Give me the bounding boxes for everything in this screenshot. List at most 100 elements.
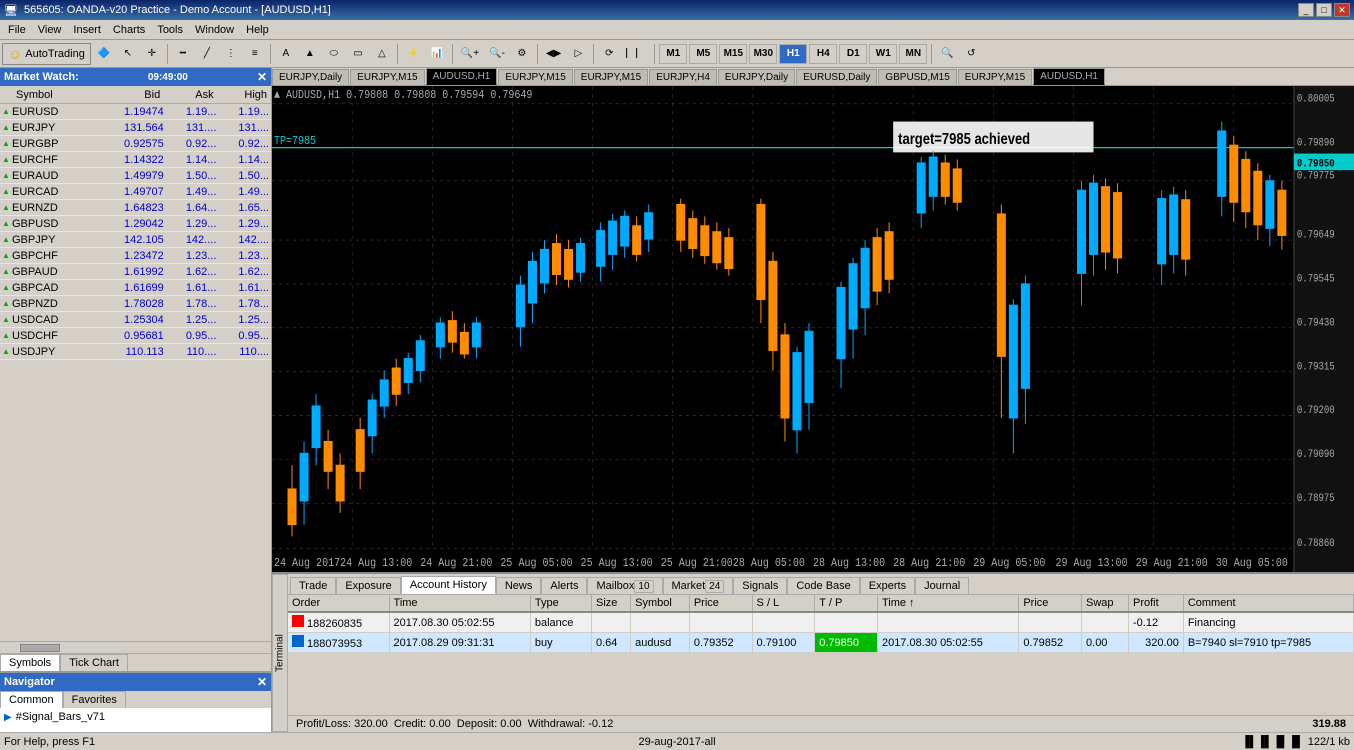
tf-d1[interactable]: D1 [839, 44, 867, 64]
tf-m15[interactable]: M15 [719, 44, 747, 64]
menu-insert[interactable]: Insert [67, 22, 107, 38]
mw-row-high: 1.23... [218, 250, 271, 262]
toolbar-crosshair-icon[interactable]: ✛ [141, 43, 163, 65]
menu-view[interactable]: View [32, 22, 68, 38]
toolbar-properties-icon[interactable]: ⚙ [511, 43, 533, 65]
tab-trade[interactable]: Trade [290, 577, 336, 594]
toolbar-auto-scroll[interactable]: ⟳ [598, 43, 620, 65]
market-watch-row[interactable]: ▲ EURUSD 1.19474 1.19... 1.19... [0, 104, 271, 120]
maximize-button[interactable]: □ [1316, 3, 1332, 17]
market-watch-close[interactable]: ✕ [257, 70, 267, 84]
chart-canvas[interactable]: TP=7985 target=7985 achieved ▲ AUDUSD,H1… [272, 86, 1354, 572]
market-watch-row[interactable]: ▲ USDJPY 110.113 110.... 110.... [0, 344, 271, 360]
tf-m5[interactable]: M5 [689, 44, 717, 64]
mw-scroll-thumb[interactable] [20, 644, 60, 652]
chart-tab[interactable]: EURUSD,Daily [796, 69, 877, 85]
tab-alerts[interactable]: Alerts [541, 577, 587, 594]
mw-row-ask: 142.... [166, 234, 219, 246]
market-watch-row[interactable]: ▲ USDCAD 1.25304 1.25... 1.25... [0, 312, 271, 328]
tab-market[interactable]: Market24 [663, 577, 734, 594]
autotrading-button[interactable]: ☺ AutoTrading [2, 43, 91, 65]
mw-scrollbar-h[interactable] [0, 641, 271, 653]
chart-tab[interactable]: EURJPY,M15 [958, 69, 1032, 85]
market-watch-row[interactable]: ▲ EURJPY 131.564 131.... 131.... [0, 120, 271, 136]
chart-tab[interactable]: GBPUSD,M15 [878, 69, 956, 85]
toolbar-chart-scroll[interactable]: ◀▶ [542, 43, 565, 65]
tf-m1[interactable]: M1 [659, 44, 687, 64]
market-watch-row[interactable]: ▲ EURNZD 1.64823 1.64... 1.65... [0, 200, 271, 216]
total-value: 319.88 [1312, 718, 1346, 730]
market-watch-row[interactable]: ▲ GBPNZD 1.78028 1.78... 1.78... [0, 296, 271, 312]
toolbar-refresh-icon[interactable]: ↺ [960, 43, 982, 65]
toolbar-triangle-icon[interactable]: △ [371, 43, 393, 65]
terminal-label[interactable]: Terminal [272, 574, 288, 732]
market-watch-row[interactable]: ▲ EURCHF 1.14322 1.14... 1.14... [0, 152, 271, 168]
market-watch-row[interactable]: ▲ GBPUSD 1.29042 1.29... 1.29... [0, 216, 271, 232]
menu-tools[interactable]: Tools [151, 22, 189, 38]
toolbar-indicator-icon[interactable]: 📊 [426, 43, 448, 65]
tab-journal[interactable]: Journal [915, 577, 969, 594]
tab-experts[interactable]: Experts [860, 577, 915, 594]
menu-window[interactable]: Window [189, 22, 240, 38]
toolbar-line-icon[interactable]: ━ [172, 43, 194, 65]
minimize-button[interactable]: _ [1298, 3, 1314, 17]
svg-text:24 Aug 13:00: 24 Aug 13:00 [340, 557, 412, 570]
market-watch-row[interactable]: ▲ EURGBP 0.92575 0.92... 0.92... [0, 136, 271, 152]
market-watch-row[interactable]: ▲ GBPJPY 142.105 142.... 142.... [0, 232, 271, 248]
mw-row-bid: 0.95681 [113, 330, 166, 342]
toolbar-shift-icon[interactable]: ▷ [567, 43, 589, 65]
market-watch-row[interactable]: ▲ GBPCAD 1.61699 1.61... 1.61... [0, 280, 271, 296]
menu-charts[interactable]: Charts [107, 22, 151, 38]
toolbar-label-icon[interactable]: ▲ [299, 43, 321, 65]
market-watch-row[interactable]: ▲ EURAUD 1.49979 1.50... 1.50... [0, 168, 271, 184]
toolbar-period-icon[interactable]: ⚡ [402, 43, 424, 65]
close-button[interactable]: ✕ [1334, 3, 1350, 17]
toolbar-fib-icon[interactable]: ≡ [244, 43, 266, 65]
toolbar-shapes-icon[interactable]: 🔷 [93, 43, 115, 65]
order-num-1: 188260835 [288, 612, 389, 633]
toolbar-rect-icon[interactable]: ▭ [347, 43, 369, 65]
col-size: Size [592, 595, 631, 612]
navigator-item[interactable]: ▶ #Signal_Bars_v71 [4, 710, 267, 724]
tab-news[interactable]: News [496, 577, 542, 594]
menu-file[interactable]: File [2, 22, 32, 38]
tf-w1[interactable]: W1 [869, 44, 897, 64]
toolbar-zoom-out-icon[interactable]: 🔍- [485, 43, 509, 65]
tab-signals[interactable]: Signals [733, 577, 787, 594]
mw-tab-tickchart[interactable]: Tick Chart [60, 654, 128, 671]
nav-tab-favorites[interactable]: Favorites [63, 691, 126, 708]
tf-h1[interactable]: H1 [779, 44, 807, 64]
chart-tab[interactable]: EURJPY,Daily [272, 69, 349, 85]
mw-tab-symbols[interactable]: Symbols [0, 654, 60, 671]
navigator-close[interactable]: ✕ [257, 675, 267, 689]
chart-tab[interactable]: EURJPY,Daily [718, 69, 795, 85]
menu-help[interactable]: Help [240, 22, 275, 38]
market-watch-row[interactable]: ▲ USDCHF 0.95681 0.95... 0.95... [0, 328, 271, 344]
tab-account-history[interactable]: Account History [401, 576, 496, 594]
market-watch-row[interactable]: ▲ EURCAD 1.49707 1.49... 1.49... [0, 184, 271, 200]
toolbar-zoom-in-icon[interactable]: 🔍+ [457, 43, 483, 65]
toolbar-text-icon[interactable]: A [275, 43, 297, 65]
market-watch-row[interactable]: ▲ GBPCHF 1.23472 1.23... 1.23... [0, 248, 271, 264]
market-watch-row[interactable]: ▲ GBPAUD 1.61992 1.62... 1.62... [0, 264, 271, 280]
tab-codebase[interactable]: Code Base [787, 577, 859, 594]
tab-exposure[interactable]: Exposure [336, 577, 400, 594]
toolbar-search-icon[interactable]: 🔍 [936, 43, 958, 65]
chart-tab[interactable]: AUDUSD,H1 [426, 68, 498, 85]
toolbar-channel-icon[interactable]: ⋮ [220, 43, 242, 65]
toolbar-ellipse-icon[interactable]: ⬭ [323, 43, 345, 65]
chart-tab[interactable]: EURJPY,M15 [498, 69, 572, 85]
tab-mailbox[interactable]: Mailbox10 [587, 577, 662, 594]
tf-h4[interactable]: H4 [809, 44, 837, 64]
mw-row-high: 1.29... [218, 218, 271, 230]
toolbar-cursor-icon[interactable]: ↖ [117, 43, 139, 65]
nav-tab-common[interactable]: Common [0, 691, 63, 708]
chart-tab[interactable]: EURJPY,M15 [350, 69, 424, 85]
toolbar-arrow-icon[interactable]: ╱ [196, 43, 218, 65]
chart-tab[interactable]: AUDUSD,H1 [1033, 68, 1105, 85]
chart-tab[interactable]: EURJPY,M15 [574, 69, 648, 85]
toolbar-chart-type[interactable]: ⎸⎸ [622, 43, 650, 65]
tf-m30[interactable]: M30 [749, 44, 777, 64]
chart-tab[interactable]: EURJPY,H4 [649, 69, 717, 85]
tf-mn[interactable]: MN [899, 44, 927, 64]
